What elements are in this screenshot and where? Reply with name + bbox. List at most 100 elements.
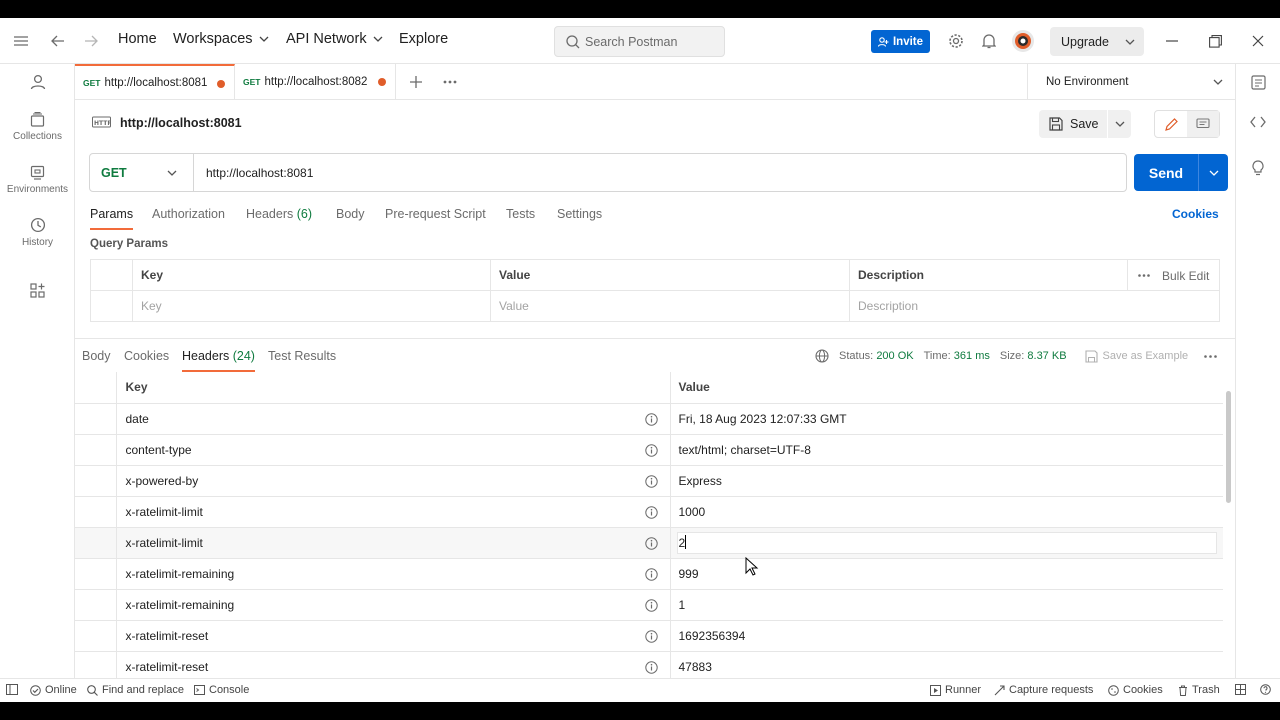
url-input[interactable]: http://localhost:8081 xyxy=(194,166,313,180)
text-caret xyxy=(685,534,687,549)
tab-request-8082[interactable]: GET http://localhost:8082 xyxy=(235,64,396,100)
header-key: x-ratelimit-limit xyxy=(125,504,203,519)
send-options-dropdown[interactable] xyxy=(1198,154,1228,191)
tab-authorization[interactable]: Authorization xyxy=(152,207,225,221)
save-as-example-button[interactable]: Save as Example xyxy=(1084,349,1188,363)
console-label: Console xyxy=(209,684,250,696)
chevron-down-icon xyxy=(167,170,177,176)
header-value-selected[interactable]: 2 xyxy=(676,531,1217,554)
edit-mode-button[interactable] xyxy=(1155,111,1187,137)
value-input[interactable]: Value xyxy=(490,290,850,322)
info-icon[interactable] xyxy=(644,474,658,488)
save-options-dropdown[interactable] xyxy=(1108,110,1131,138)
upgrade-button[interactable]: Upgrade xyxy=(1050,27,1144,56)
forward-arrow-icon[interactable] xyxy=(79,29,103,53)
notifications-bell-icon[interactable] xyxy=(977,29,1001,53)
close-icon[interactable] xyxy=(1246,29,1270,53)
sidebar-item-label: Environments xyxy=(6,184,69,195)
help-icon[interactable] xyxy=(1260,684,1271,695)
capture-requests-button[interactable]: Capture requests xyxy=(994,684,1093,696)
tab-pre-request-script[interactable]: Pre-request Script xyxy=(385,207,486,221)
tab-body[interactable]: Body xyxy=(336,207,365,221)
add-user-icon xyxy=(877,36,889,47)
globe-icon[interactable] xyxy=(815,349,829,363)
comments-mode-button[interactable] xyxy=(1187,111,1219,137)
info-icon[interactable] xyxy=(644,505,658,519)
console-button[interactable]: Console xyxy=(194,684,249,696)
invite-label: Invite xyxy=(892,35,924,48)
search-input[interactable]: Search Postman xyxy=(554,26,725,57)
find-replace-button[interactable]: Find and replace xyxy=(87,684,184,696)
send-button[interactable]: Send xyxy=(1134,154,1228,191)
tab-tests[interactable]: Tests xyxy=(506,207,535,221)
search-icon xyxy=(566,35,580,49)
nav-explore[interactable]: Explore xyxy=(399,31,448,47)
menu-icon[interactable] xyxy=(9,29,33,53)
method-selector[interactable]: GET xyxy=(90,154,194,191)
capture-icon xyxy=(994,684,1005,695)
row-gutter xyxy=(75,372,117,404)
tab-test-results[interactable]: Test Results xyxy=(268,349,336,363)
nav-api-network[interactable]: API Network xyxy=(286,31,383,47)
environment-selector[interactable]: No Environment xyxy=(1027,64,1235,100)
more-options-icon[interactable] xyxy=(1204,354,1217,358)
info-icon[interactable] xyxy=(644,629,658,643)
sidebar-item-history[interactable]: History xyxy=(0,217,75,248)
restore-icon[interactable] xyxy=(1203,29,1227,53)
online-status[interactable]: Online xyxy=(30,684,77,696)
nav-home[interactable]: Home xyxy=(118,31,157,47)
minimize-icon[interactable] xyxy=(1160,29,1184,53)
code-snippet-icon[interactable] xyxy=(1246,110,1270,134)
info-icon[interactable] xyxy=(644,443,658,457)
response-scrollbar[interactable] xyxy=(1226,391,1231,503)
new-tab-plus-icon[interactable] xyxy=(404,70,428,94)
header-key: x-ratelimit-reset xyxy=(125,659,209,674)
header-value: 1000 xyxy=(670,496,1223,528)
table-row: x-ratelimit-remaining 999 xyxy=(75,558,1223,590)
info-icon[interactable] xyxy=(644,598,658,612)
runner-button[interactable]: Runner xyxy=(930,684,981,696)
header-key: x-powered-by xyxy=(125,473,199,488)
layout-toggle-icon[interactable] xyxy=(1235,684,1246,695)
sidebar-item-apps[interactable] xyxy=(0,283,75,298)
cookies-button[interactable]: Cookies xyxy=(1108,684,1163,696)
invite-button[interactable]: Invite xyxy=(871,30,930,53)
sidebar-item-account[interactable] xyxy=(0,74,75,90)
tab-response-headers[interactable]: Headers (24) xyxy=(182,349,255,372)
time-info[interactable]: Time: 361 ms xyxy=(924,350,990,362)
info-icon[interactable] xyxy=(644,536,658,550)
tab-label: Body xyxy=(82,349,111,363)
more-tabs-icon[interactable] xyxy=(438,70,462,94)
tab-params[interactable]: Params xyxy=(90,207,134,230)
cookies-link[interactable]: Cookies xyxy=(1172,207,1219,221)
trash-button[interactable]: Trash xyxy=(1178,684,1220,696)
context-bar-lightbulb-icon[interactable] xyxy=(1246,156,1270,180)
bulk-edit-button[interactable]: Bulk Edit xyxy=(1162,269,1209,283)
back-arrow-icon[interactable] xyxy=(46,29,70,53)
sidebar-item-collections[interactable]: Collections xyxy=(0,112,75,142)
sidebar-item-environments[interactable]: Environments xyxy=(0,165,75,195)
info-icon[interactable] xyxy=(644,660,658,674)
tab-response-cookies[interactable]: Cookies xyxy=(124,349,169,363)
save-button[interactable]: Save xyxy=(1039,110,1107,138)
checkbox-cell xyxy=(90,290,133,322)
settings-gear-icon[interactable] xyxy=(944,29,968,53)
toggle-sidebar-icon[interactable] xyxy=(6,684,18,695)
info-icon[interactable] xyxy=(644,567,658,581)
tab-request-8081[interactable]: GET http://localhost:8081 xyxy=(75,64,235,100)
environment-label: No Environment xyxy=(1046,75,1129,88)
size-info[interactable]: Size: 8.37 KB xyxy=(1000,350,1067,362)
avatar[interactable] xyxy=(1011,29,1035,53)
info-icon[interactable] xyxy=(644,412,658,426)
status-value: 200 OK xyxy=(876,350,914,362)
tab-response-body[interactable]: Body xyxy=(82,349,111,363)
nav-workspaces[interactable]: Workspaces xyxy=(173,31,269,47)
status-info[interactable]: Status: 200 OK xyxy=(839,350,914,362)
tab-settings[interactable]: Settings xyxy=(557,207,602,221)
unsaved-dot-icon xyxy=(217,80,225,88)
more-options-icon[interactable] xyxy=(1138,274,1150,277)
tab-headers[interactable]: Headers (6) xyxy=(246,207,312,221)
environment-quick-look-icon[interactable] xyxy=(1246,70,1270,94)
key-input[interactable]: Key xyxy=(132,290,491,322)
description-input[interactable]: Description xyxy=(849,290,1220,322)
